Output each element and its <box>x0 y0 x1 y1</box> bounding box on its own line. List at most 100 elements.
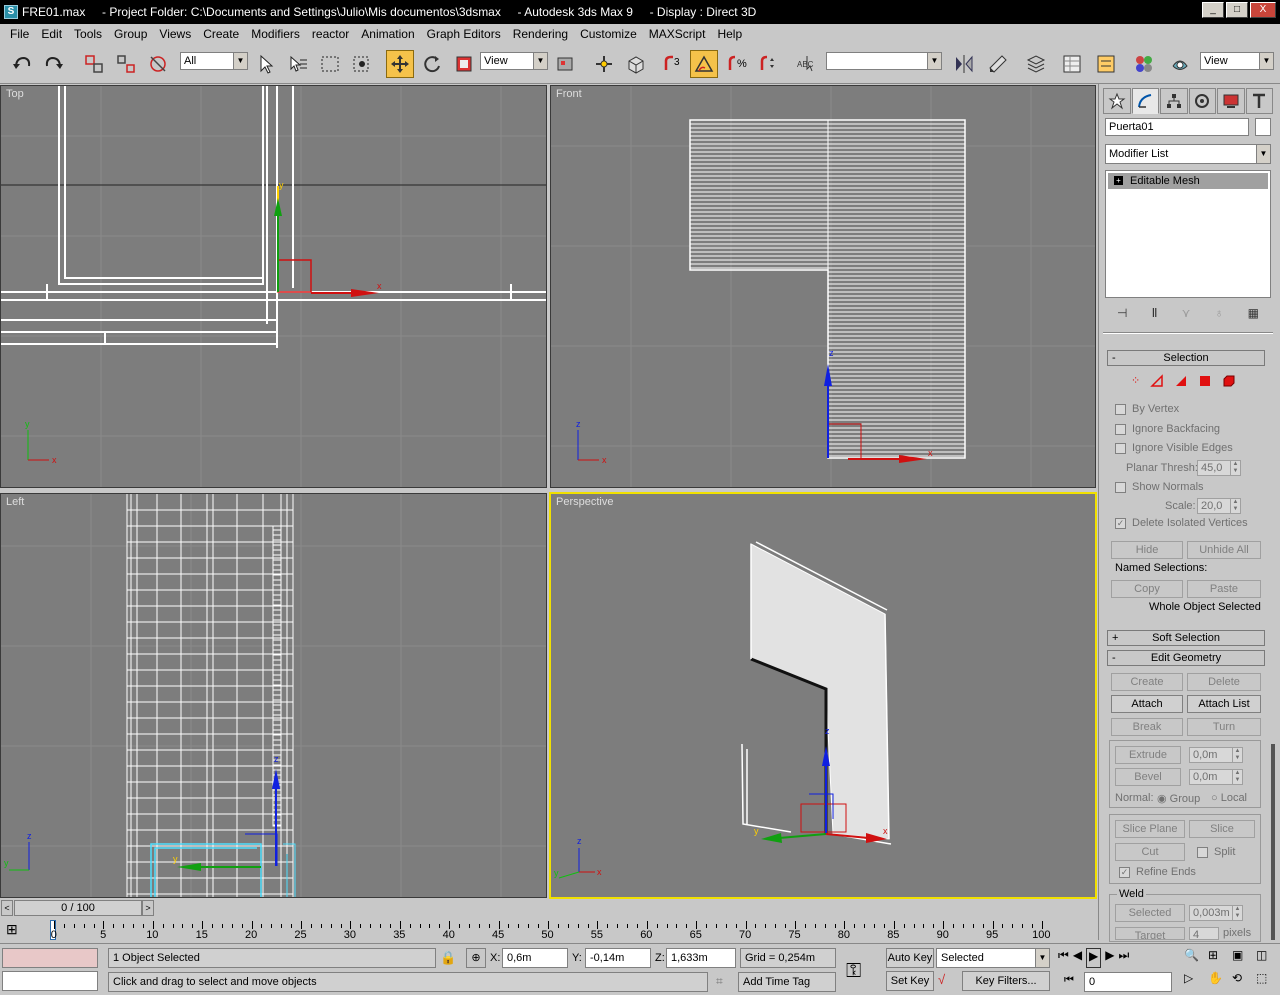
menu-file[interactable]: File <box>4 27 35 41</box>
time-slider-prev-icon[interactable]: < <box>1 900 13 916</box>
spinner-snap-icon[interactable] <box>754 50 782 78</box>
play-icon[interactable]: ▶ <box>1086 948 1102 968</box>
viewport-perspective[interactable]: z y x z y x Perspective <box>549 492 1097 899</box>
ignore-visible-edges-checkbox[interactable]: Ignore Visible Edges <box>1115 442 1233 454</box>
hide-button[interactable]: Hide <box>1111 541 1183 559</box>
key-mode-dropdown[interactable]: Selected ▼ <box>936 948 1050 968</box>
select-and-link-icon[interactable] <box>80 50 108 78</box>
align-icon[interactable] <box>984 50 1012 78</box>
object-name-field[interactable]: Puerta01 <box>1105 118 1249 136</box>
by-vertex-checkbox[interactable]: By Vertex <box>1115 403 1179 415</box>
pivot-center-icon[interactable] <box>552 50 580 78</box>
menu-maxscript[interactable]: MAXScript <box>643 27 712 41</box>
viewport-front[interactable]: z x z x Front <box>550 85 1096 488</box>
bevel-button[interactable]: Bevel <box>1115 768 1181 786</box>
refine-ends-checkbox[interactable]: ✓ Refine Ends <box>1119 866 1196 878</box>
viewport-label-perspective[interactable]: Perspective <box>556 496 613 508</box>
display-tab-icon[interactable] <box>1217 88 1245 114</box>
go-to-end-icon[interactable]: ⏭ <box>1119 948 1130 968</box>
add-time-tag-button[interactable]: Add Time Tag <box>738 972 836 992</box>
named-selection-sets-dropdown[interactable]: ▼ <box>826 52 942 70</box>
rectangular-selection-icon[interactable] <box>316 50 344 78</box>
bind-space-warp-icon[interactable] <box>144 50 172 78</box>
snaps-toggle-icon[interactable]: 3 <box>658 50 686 78</box>
y-coordinate-field[interactable]: -0,14m <box>585 948 651 968</box>
attach-list-button[interactable]: Attach List <box>1187 695 1261 713</box>
selection-lock-icon[interactable]: 🔒 <box>440 950 456 966</box>
paste-button[interactable]: Paste <box>1187 580 1261 598</box>
z-coordinate-field[interactable]: 1,633m <box>666 948 736 968</box>
keyboard-shortcut-override-icon[interactable] <box>622 50 650 78</box>
object-color-swatch[interactable] <box>1255 118 1271 136</box>
maxscript-listener-pink[interactable] <box>2 948 98 968</box>
zoom-extents-icon[interactable]: ▣ <box>1232 948 1254 969</box>
copy-button[interactable]: Copy <box>1111 580 1183 598</box>
track-bar[interactable]: ⊞ 0 5 10 15 20 25 30 35 40 45 50 55 60 65 70 75 80 85 90 95… <box>0 917 1098 943</box>
select-object-icon[interactable] <box>252 50 280 78</box>
modifier-stack[interactable]: + Editable Mesh <box>1105 170 1271 298</box>
curve-editor-icon[interactable] <box>1058 50 1086 78</box>
attach-button[interactable]: Attach <box>1111 695 1183 713</box>
remove-modifier-icon[interactable]: ♁ <box>1214 306 1223 320</box>
angle-snap-icon[interactable] <box>690 50 718 78</box>
percent-snap-icon[interactable]: % <box>722 50 750 78</box>
key-icon[interactable]: ⚿ <box>846 960 861 983</box>
edit-named-selection-icon[interactable]: ABC <box>792 50 820 78</box>
viewport-top[interactable]: x y y x Top <box>0 85 547 488</box>
menu-rendering[interactable]: Rendering <box>507 27 574 41</box>
weld-target-spinner[interactable]: 4 <box>1189 927 1219 940</box>
select-and-manipulate-icon[interactable] <box>590 50 618 78</box>
scale-spinner[interactable]: 20,0 ▲ ▼ <box>1197 498 1241 514</box>
selection-filter-dropdown[interactable]: All ▼ <box>180 52 248 70</box>
reference-coordinate-dropdown[interactable]: View ▼ <box>480 52 548 70</box>
maxscript-listener-white[interactable] <box>2 971 98 991</box>
menu-edit[interactable]: Edit <box>35 27 68 41</box>
slice-button[interactable]: Slice <box>1189 820 1255 838</box>
split-checkbox[interactable]: Split <box>1197 846 1235 858</box>
vertex-icon[interactable]: ⁘ <box>1131 374 1140 390</box>
viewport-label-front[interactable]: Front <box>556 88 582 100</box>
auto-key-button[interactable]: Auto Key <box>886 948 934 968</box>
bevel-spinner[interactable]: 0,0m ▲ ▼ <box>1189 769 1243 785</box>
menu-tools[interactable]: Tools <box>68 27 108 41</box>
open-mini-curve-editor-icon[interactable]: ⊞ <box>6 921 36 939</box>
motion-tab-icon[interactable] <box>1188 88 1216 114</box>
menu-graph-editors[interactable]: Graph Editors <box>421 27 507 41</box>
maximize-button[interactable]: □ <box>1226 2 1248 18</box>
undo-icon[interactable] <box>8 50 36 78</box>
material-editor-icon[interactable] <box>1130 50 1158 78</box>
menu-help[interactable]: Help <box>711 27 748 41</box>
selection-rollout-header[interactable]: - Selection <box>1107 350 1265 366</box>
weld-selected-button[interactable]: Selected <box>1115 904 1185 922</box>
planar-thresh-spinner[interactable]: 45,0 ▲ ▼ <box>1197 460 1241 476</box>
select-and-move-icon[interactable] <box>386 50 414 78</box>
break-button[interactable]: Break <box>1111 718 1183 736</box>
pin-stack-icon[interactable]: ⊣ <box>1117 306 1127 320</box>
schematic-view-icon[interactable] <box>1092 50 1120 78</box>
ignore-backfacing-checkbox[interactable]: Ignore Backfacing <box>1115 423 1220 435</box>
create-button[interactable]: Create <box>1111 673 1183 691</box>
edge-icon[interactable] <box>1150 374 1164 390</box>
modify-tab-icon[interactable] <box>1131 88 1159 114</box>
zoom-all-icon[interactable]: ⊞ <box>1208 948 1230 969</box>
render-type-dropdown[interactable]: View ▼ <box>1200 52 1274 70</box>
show-end-result-icon[interactable]: Ⅱ <box>1152 306 1158 320</box>
configure-modifier-sets-icon[interactable]: ▦ <box>1248 306 1259 320</box>
make-unique-icon[interactable]: ⋎ <box>1182 306 1191 320</box>
layer-manager-icon[interactable] <box>1022 50 1050 78</box>
pan-icon[interactable]: ✋ <box>1208 971 1230 992</box>
menu-modifiers[interactable]: Modifiers <box>245 27 306 41</box>
viewport-label-top[interactable]: Top <box>6 88 24 100</box>
command-panel-scrollbar[interactable] <box>1271 744 1275 940</box>
maximize-viewport-icon[interactable]: ⬚ <box>1256 971 1278 992</box>
weld-threshold-spinner[interactable]: 0,003m ▲ ▼ <box>1189 905 1243 921</box>
element-icon[interactable] <box>1222 374 1236 390</box>
slice-plane-button[interactable]: Slice Plane <box>1115 820 1185 838</box>
viewport-label-left[interactable]: Left <box>6 496 24 508</box>
x-coordinate-field[interactable]: 0,6m <box>502 948 568 968</box>
default-tangent-icon[interactable]: √ <box>938 972 956 992</box>
cut-button[interactable]: Cut <box>1115 843 1185 861</box>
select-and-scale-icon[interactable] <box>450 50 478 78</box>
time-slider[interactable]: 0 / 100 <box>14 900 142 916</box>
arc-rotate-icon[interactable]: ⟲ <box>1232 971 1254 992</box>
